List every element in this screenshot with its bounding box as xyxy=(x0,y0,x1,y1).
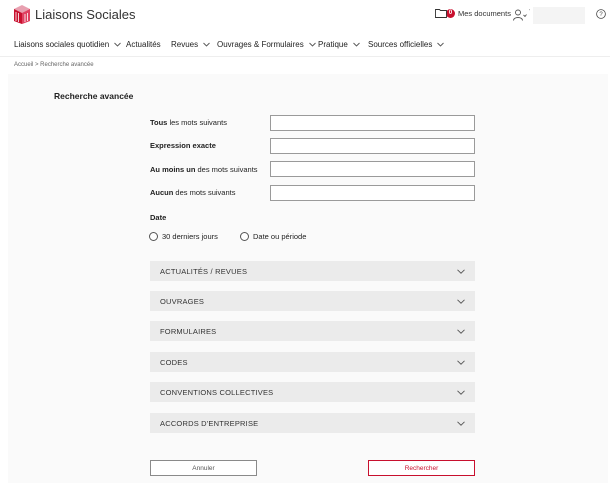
radio-label: Date ou période xyxy=(253,232,307,241)
chevron-down-icon xyxy=(352,42,360,47)
folder-icon xyxy=(435,9,447,18)
radio-button[interactable] xyxy=(240,232,249,241)
chevron-down-icon xyxy=(457,389,465,395)
section-codes[interactable]: CODES xyxy=(150,352,475,372)
section-label: ACCORDS D'ENTREPRISE xyxy=(160,418,259,428)
section-label: CODES xyxy=(160,357,188,367)
section-label: OUVRAGES xyxy=(160,296,205,306)
search-button[interactable]: Rechercher xyxy=(368,460,475,476)
any-word-input[interactable] xyxy=(270,161,475,177)
nav-item-pratique[interactable]: Pratique xyxy=(318,40,360,49)
radio-last-30-days[interactable]: 30 derniers jours xyxy=(149,232,218,241)
breadcrumb[interactable]: Accueil > Recherche avancée xyxy=(14,62,94,68)
section-label: FORMULAIRES xyxy=(160,326,217,336)
section-conventions-collectives[interactable]: CONVENTIONS COLLECTIVES xyxy=(150,382,475,402)
any-word-label: Au moins un des mots suivants xyxy=(150,165,258,174)
section-label: CONVENTIONS COLLECTIVES xyxy=(160,387,274,397)
chevron-down-icon xyxy=(457,420,465,426)
all-words-input[interactable] xyxy=(270,115,475,131)
chevron-down-icon xyxy=(203,42,210,47)
chevron-down-icon xyxy=(457,268,465,274)
section-accords-entreprise[interactable]: ACCORDS D'ENTREPRISE xyxy=(150,413,475,433)
chevron-down-icon xyxy=(308,42,316,47)
logo-icon[interactable] xyxy=(12,4,32,24)
nav-item-label: Pratique xyxy=(318,40,348,49)
page-title: Recherche avancée xyxy=(54,91,134,101)
user-menu[interactable]: ' xyxy=(513,7,585,24)
svg-text:?: ? xyxy=(599,12,603,18)
exact-expression-label: Expression exacte xyxy=(150,141,216,150)
chevron-down-icon xyxy=(437,42,445,47)
main-nav: Liaisons sociales quotidien Actualités R… xyxy=(0,30,610,57)
nav-item-actualites[interactable]: Actualités xyxy=(126,40,161,49)
brand-name[interactable]: Liaisons Sociales xyxy=(35,7,135,22)
nav-item-liaisons-sociales-quotidien[interactable]: Liaisons sociales quotidien xyxy=(14,40,121,49)
none-words-label: Aucun des mots suivants xyxy=(150,188,236,197)
date-label: Date xyxy=(150,213,167,222)
nav-item-label: Liaisons sociales quotidien xyxy=(14,40,110,49)
user-name: ' xyxy=(529,9,530,15)
section-actualites-revues[interactable]: ACTUALITÉS / REVUES xyxy=(150,261,475,281)
all-words-label: Tous les mots suivants xyxy=(150,118,227,127)
chevron-down-icon xyxy=(457,298,465,304)
help-icon[interactable]: ? xyxy=(596,9,606,19)
exact-expression-input[interactable] xyxy=(270,138,475,154)
chevron-down-icon xyxy=(457,359,465,365)
radio-date-or-period[interactable]: Date ou période xyxy=(240,232,306,241)
user-name-field xyxy=(533,7,585,24)
chevron-down-icon xyxy=(457,328,465,334)
nav-item-label: Revues xyxy=(171,40,199,49)
documents-count-badge: 0 xyxy=(446,8,455,18)
user-icon xyxy=(513,9,527,21)
my-documents-label: Mes documents xyxy=(458,8,511,18)
my-documents-button[interactable]: 0 Mes documents xyxy=(435,8,511,18)
section-label: ACTUALITÉS / REVUES xyxy=(160,266,248,276)
nav-item-label: Sources officielles xyxy=(368,40,433,49)
nav-item-label: Actualités xyxy=(126,40,161,49)
top-header: Liaisons Sociales 0 Mes documents ' ? xyxy=(0,0,610,30)
radio-button[interactable] xyxy=(149,232,158,241)
nav-item-label: Ouvrages & Formulaires xyxy=(217,40,304,49)
cancel-button[interactable]: Annuler xyxy=(150,460,257,476)
chevron-down-icon xyxy=(114,42,121,47)
none-words-input[interactable] xyxy=(270,185,475,201)
nav-item-sources-officielles[interactable]: Sources officielles xyxy=(368,40,445,49)
nav-item-revues[interactable]: Revues xyxy=(171,40,210,49)
section-formulaires[interactable]: FORMULAIRES xyxy=(150,321,475,341)
nav-item-ouvrages-formulaires[interactable]: Ouvrages & Formulaires xyxy=(217,40,316,49)
radio-label: 30 derniers jours xyxy=(162,232,218,241)
section-ouvrages[interactable]: OUVRAGES xyxy=(150,291,475,311)
